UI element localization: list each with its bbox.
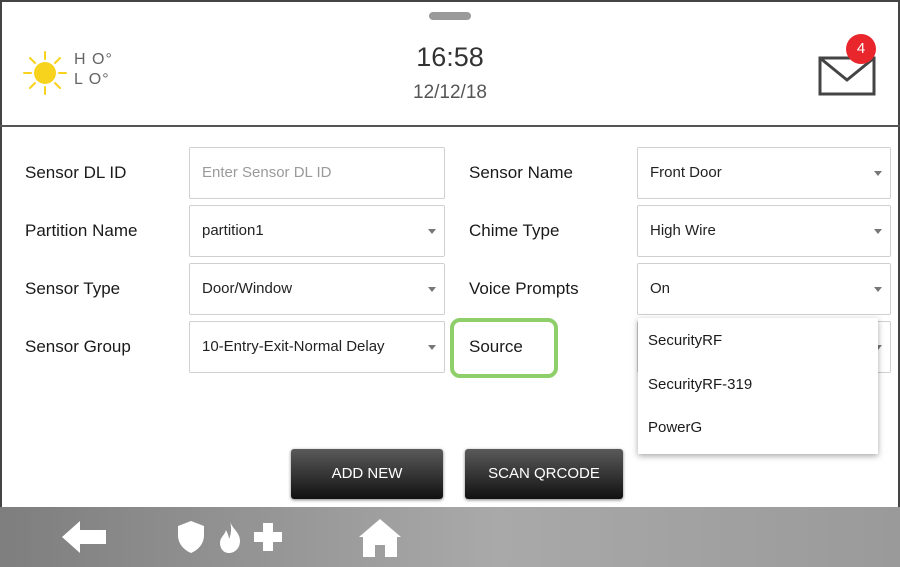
- fire-icon[interactable]: [218, 521, 242, 553]
- chime-type-label: Chime Type: [469, 221, 560, 240]
- sensor-dl-id-input[interactable]: Enter Sensor DL ID: [189, 147, 445, 199]
- chevron-down-icon: [428, 345, 436, 350]
- chime-type-select[interactable]: High Wire: [637, 205, 891, 257]
- sensor-name-label: Sensor Name: [469, 163, 573, 182]
- voice-prompts-label: Voice Prompts: [469, 279, 579, 298]
- clock-time: 16:58: [416, 42, 484, 72]
- sensor-name-select[interactable]: Front Door: [637, 147, 891, 199]
- add-new-button[interactable]: ADD NEW: [291, 449, 443, 499]
- voice-prompts-select[interactable]: On: [637, 263, 891, 315]
- sensor-type-select[interactable]: Door/Window: [189, 263, 445, 315]
- pull-down-handle[interactable]: [429, 12, 471, 20]
- shield-icon[interactable]: [178, 521, 204, 553]
- partition-name-select[interactable]: partition1: [189, 205, 445, 257]
- medical-cross-icon[interactable]: [254, 523, 282, 551]
- chevron-down-icon: [874, 287, 882, 292]
- home-icon[interactable]: [357, 517, 403, 557]
- partition-name-label: Partition Name: [25, 221, 138, 240]
- source-dropdown-menu: SecurityRF SecurityRF-319 PowerG: [638, 318, 878, 454]
- scan-qrcode-button[interactable]: SCAN QRCODE: [465, 449, 623, 499]
- bottom-nav-bar: [0, 507, 900, 567]
- notification-badge[interactable]: 4: [846, 34, 876, 64]
- chevron-down-icon: [428, 229, 436, 234]
- source-option-securityrf-319[interactable]: SecurityRF-319: [648, 376, 752, 393]
- sensor-group-select[interactable]: 10-Entry-Exit-Normal Delay: [189, 321, 445, 373]
- source-option-powerg[interactable]: PowerG: [648, 419, 702, 436]
- chime-type-value: High Wire: [650, 222, 716, 239]
- voice-prompts-value: On: [650, 280, 671, 297]
- clock-date: 12/12/18: [413, 82, 487, 103]
- source-option-securityrf[interactable]: SecurityRF: [648, 332, 722, 349]
- sensor-group-label: Sensor Group: [25, 337, 131, 356]
- chevron-down-icon: [874, 229, 882, 234]
- sensor-name-value: Front Door: [650, 164, 722, 181]
- back-arrow-icon[interactable]: [62, 521, 106, 553]
- sensor-type-label: Sensor Type: [25, 279, 121, 298]
- source-label: Source: [469, 337, 523, 356]
- header-divider: [0, 125, 900, 127]
- partition-name-value: partition1: [202, 222, 264, 239]
- sensor-group-value: 10-Entry-Exit-Normal Delay: [202, 338, 385, 355]
- chevron-down-icon: [874, 171, 882, 176]
- sensor-type-value: Door/Window: [202, 280, 293, 297]
- sensor-dl-id-label: Sensor DL ID: [25, 163, 127, 182]
- chevron-down-icon: [428, 287, 436, 292]
- sensor-dl-id-placeholder: Enter Sensor DL ID: [202, 164, 332, 181]
